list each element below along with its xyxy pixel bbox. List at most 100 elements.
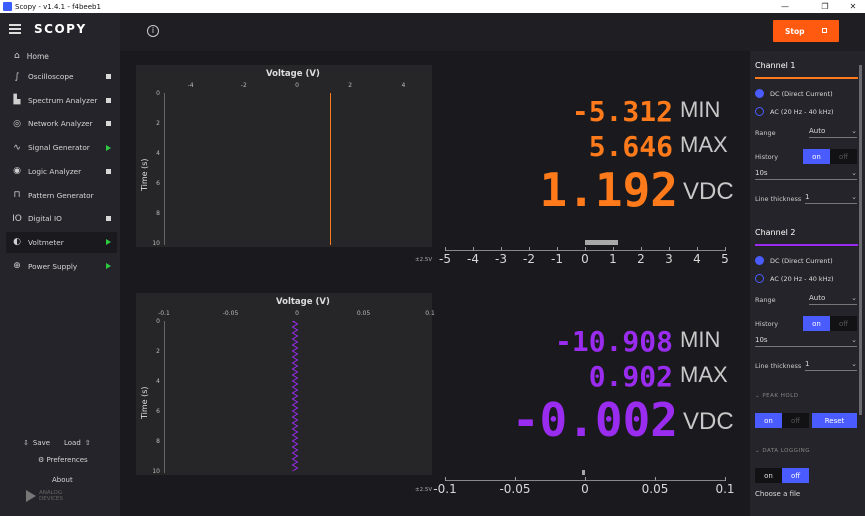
minimize-button[interactable]: — bbox=[770, 0, 800, 13]
scale-tick-label: -5 bbox=[439, 252, 451, 266]
hamburger-menu-icon[interactable] bbox=[9, 24, 21, 34]
channel2-history-toggle[interactable]: on off bbox=[803, 316, 857, 331]
peak-hold-label: PEAK HOLD bbox=[762, 393, 799, 399]
scale-tick-mark bbox=[585, 247, 586, 251]
y-tick-label: 8 bbox=[156, 210, 160, 217]
stop-label: Stop bbox=[785, 26, 805, 36]
spectrum-icon: ▙ bbox=[13, 95, 21, 106]
preferences-button[interactable]: ⚙ Preferences bbox=[38, 456, 88, 464]
channel1-min-label: MIN bbox=[680, 97, 721, 122]
analog-devices-logo: ANALOG DEVICES bbox=[26, 490, 63, 502]
channel1-dc-radio[interactable]: DC (Direct Current) bbox=[755, 89, 833, 98]
x-tick-label: 0 bbox=[295, 310, 299, 317]
digital-io-icon: IO bbox=[12, 213, 22, 224]
sidebar-item-voltmeter[interactable]: ◐ Voltmeter bbox=[6, 231, 117, 253]
toggle-on: on bbox=[803, 149, 830, 164]
sidebar-item-digital-io[interactable]: IO Digital IO bbox=[6, 208, 117, 229]
about-button[interactable]: About bbox=[52, 476, 73, 484]
channel1-history-toggle[interactable]: on off bbox=[803, 149, 857, 164]
radio-icon bbox=[755, 107, 764, 116]
channel1-range-label: ±2.5V bbox=[415, 257, 433, 263]
sidebar-item-oscilloscope[interactable]: ∫ Oscilloscope bbox=[6, 66, 117, 87]
sidebar-item-network-analyzer[interactable]: ◎ Network Analyzer bbox=[6, 113, 117, 134]
toggle-on: on bbox=[755, 468, 782, 483]
sidebar-item-logic-analyzer[interactable]: ◉ Logic Analyzer bbox=[6, 161, 117, 182]
channel1-max-label: MAX bbox=[680, 132, 728, 157]
stopped-indicator-icon bbox=[106, 216, 111, 222]
scale-tick-mark bbox=[557, 247, 558, 251]
settings-scrollbar[interactable] bbox=[859, 65, 862, 415]
maximize-button[interactable]: ❐ bbox=[810, 0, 840, 13]
save-button[interactable]: ⇩ Save bbox=[23, 439, 50, 447]
choose-file-button[interactable]: Choose a file bbox=[755, 490, 800, 498]
channel2-plot-area bbox=[164, 321, 430, 473]
toggle-off: off bbox=[830, 149, 857, 164]
sidebar-item-pattern-generator[interactable]: ⊓ Pattern Generator bbox=[6, 185, 117, 206]
ac-label: AC (20 Hz - 40 kHz) bbox=[770, 107, 834, 116]
scale-tick-label: 0.1 bbox=[715, 482, 735, 496]
channel1-history-duration-dropdown[interactable]: 10s ⌄ bbox=[755, 169, 857, 180]
channel2-dc-radio[interactable]: DC (Direct Current) bbox=[755, 256, 833, 265]
toggle-off: off bbox=[782, 468, 809, 483]
pattern-icon: ⊓ bbox=[13, 190, 21, 200]
settings-panel: Channel 1 DC (Direct Current) AC (20 Hz … bbox=[750, 51, 865, 516]
channel2-line-thickness-dropdown[interactable]: 1 ⌄ bbox=[805, 360, 857, 371]
toggle-off: off bbox=[830, 316, 857, 331]
scale-tick-mark bbox=[655, 477, 656, 481]
sidebar-item-home[interactable]: ⌂ Home bbox=[14, 51, 49, 61]
x-tick-label: 0.05 bbox=[356, 310, 371, 317]
channel1-line-thickness-label: Line thickness bbox=[755, 195, 802, 203]
peak-reset-button[interactable]: Reset bbox=[812, 413, 857, 428]
window-titlebar: Scopy - v1.4.1 - f4beeb1 — ❐ ✕ bbox=[0, 0, 865, 13]
channel2-min-label: MIN bbox=[680, 327, 721, 352]
adi-logo-icon bbox=[26, 490, 36, 502]
scale-tick-label: -0.1 bbox=[433, 482, 457, 496]
channel1-unit: VDC bbox=[683, 178, 734, 205]
channel2-range-dropdown[interactable]: Auto ⌄ bbox=[809, 294, 857, 305]
scopy-logo: SCOPY bbox=[34, 22, 87, 36]
radio-icon bbox=[755, 274, 764, 283]
scale-tick-mark bbox=[697, 247, 698, 251]
channel1-line-thickness-dropdown[interactable]: 1 ⌄ bbox=[805, 193, 857, 204]
sidebar-item-signal-generator[interactable]: ∿ Signal Generator bbox=[6, 137, 117, 158]
scale-tick-mark bbox=[613, 247, 614, 251]
scale-tick-mark bbox=[585, 477, 586, 481]
channel1-range-dropdown[interactable]: Auto ⌄ bbox=[809, 127, 857, 138]
scale-tick-mark bbox=[669, 247, 670, 251]
channel2-range-label: ±2.5V bbox=[415, 487, 433, 493]
data-logging-toggle[interactable]: on off bbox=[755, 468, 809, 483]
scale-tick-mark bbox=[529, 247, 530, 251]
channel2-history-duration-dropdown[interactable]: 10s ⌄ bbox=[755, 336, 857, 347]
stop-button[interactable]: Stop bbox=[773, 20, 839, 42]
channel1-range-label: Range bbox=[755, 129, 776, 137]
channel1-max-value: 5.646 bbox=[588, 130, 673, 163]
channel1-plot-title: Voltage (V) bbox=[266, 69, 320, 79]
chevron-down-icon: ⌄ bbox=[851, 336, 857, 344]
info-icon[interactable]: i bbox=[147, 25, 159, 37]
load-button[interactable]: Load ⇧ bbox=[64, 439, 91, 447]
channel2-ac-radio[interactable]: AC (20 Hz - 40 kHz) bbox=[755, 274, 834, 283]
sidebar-item-label: Logic Analyzer bbox=[28, 166, 82, 176]
network-icon: ◎ bbox=[13, 118, 21, 129]
sidebar-item-spectrum-analyzer[interactable]: ▙ Spectrum Analyzer bbox=[6, 90, 117, 111]
close-button[interactable]: ✕ bbox=[838, 0, 865, 13]
scale-tick-label: 0 bbox=[581, 252, 589, 266]
scale-tick-mark bbox=[445, 477, 446, 481]
scale-tick-mark bbox=[445, 247, 446, 251]
data-logging-section[interactable]: ⌄ DATA LOGGING bbox=[755, 448, 810, 454]
radio-icon bbox=[755, 89, 764, 98]
sidebar-item-power-supply[interactable]: ⊕ Power Supply bbox=[6, 256, 117, 277]
sidebar-item-label: Digital IO bbox=[28, 214, 62, 224]
dropdown-value: 10s bbox=[755, 169, 768, 177]
channel2-line-thickness-label: Line thickness bbox=[755, 362, 802, 370]
channel1-plot-area bbox=[164, 93, 430, 245]
channel1-ac-radio[interactable]: AC (20 Hz - 40 kHz) bbox=[755, 107, 834, 116]
scale-tick-label: 1 bbox=[609, 252, 617, 266]
sidebar-item-label: Signal Generator bbox=[28, 143, 90, 153]
peak-hold-toggle[interactable]: on off bbox=[755, 413, 809, 428]
dropdown-value: Auto bbox=[809, 127, 826, 135]
channel2-settings-title: Channel 2 bbox=[755, 228, 796, 237]
chevron-down-icon: ⌄ bbox=[851, 127, 857, 135]
sidebar-item-label: Spectrum Analyzer bbox=[28, 95, 98, 105]
peak-hold-section[interactable]: ⌄ PEAK HOLD bbox=[755, 393, 799, 399]
